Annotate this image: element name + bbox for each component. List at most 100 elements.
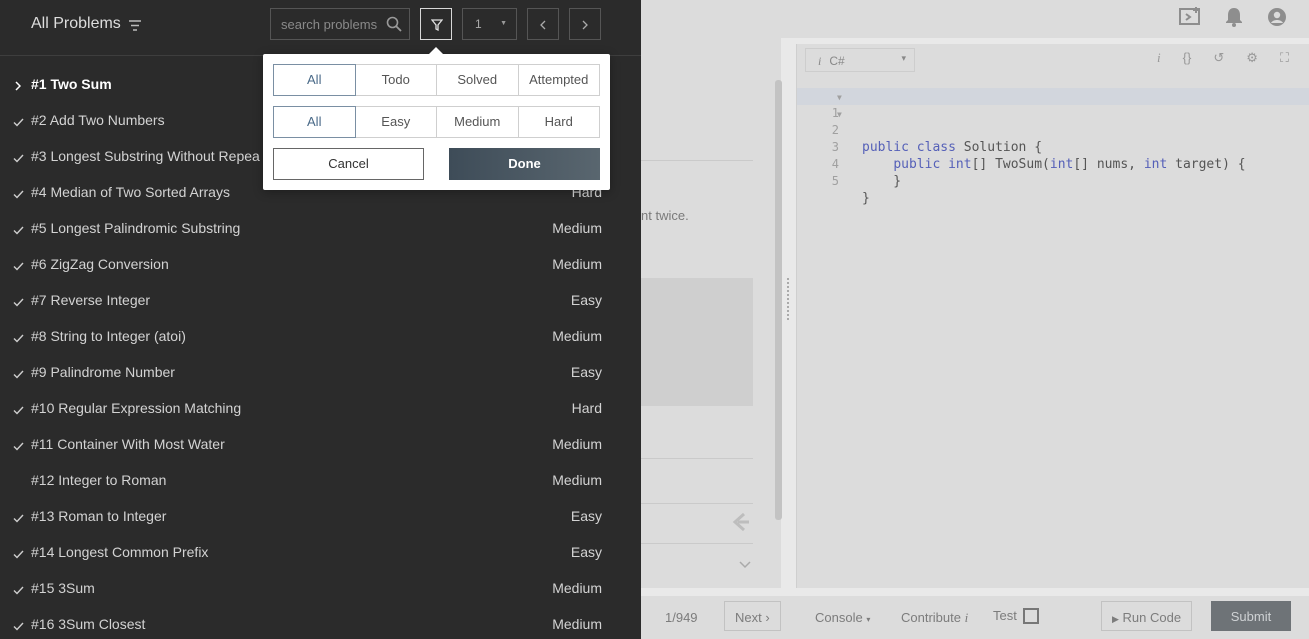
problem-row[interactable]: #9 Palindrome Number Easy xyxy=(0,354,641,390)
console-button[interactable]: Console ▾ xyxy=(815,610,870,625)
language-value: C# xyxy=(829,54,845,68)
problem-row[interactable]: #13 Roman to Integer Easy xyxy=(0,498,641,534)
contribute-info-icon: i xyxy=(964,610,969,625)
next-problem-button[interactable]: Next › xyxy=(724,601,781,631)
problem-difficulty: Medium xyxy=(552,472,602,488)
leetcode-logo-icon xyxy=(729,510,751,539)
language-info-icon: i xyxy=(818,54,822,68)
difficulty-option-all[interactable]: All xyxy=(273,106,356,138)
play-icon: ▶ xyxy=(1112,614,1119,624)
problem-difficulty: Medium xyxy=(552,256,602,272)
problem-name: #3 Longest Substring Without Repea xyxy=(31,148,260,164)
problem-row[interactable]: #11 Container With Most Water Medium xyxy=(0,426,641,462)
run-code-button[interactable]: ▶ Run Code xyxy=(1101,601,1193,631)
problem-name: #13 Roman to Integer xyxy=(31,508,167,524)
filter-button[interactable] xyxy=(420,8,452,40)
submit-button[interactable]: Submit xyxy=(1211,601,1291,631)
info-icon[interactable]: i xyxy=(1157,50,1161,66)
problem-difficulty: Hard xyxy=(571,400,602,416)
problem-row[interactable]: #16 3Sum Closest Medium xyxy=(0,606,641,639)
pane-resize-handle[interactable] xyxy=(787,278,791,320)
difficulty-option-medium[interactable]: Medium xyxy=(436,106,519,138)
page-select[interactable]: 1 ▼ xyxy=(462,8,517,40)
fold-caret-icon[interactable]: ▼ xyxy=(837,106,842,123)
code-lines[interactable]: 1 ▼ public class Solution { 2 ▼ public i… xyxy=(797,88,1309,206)
status-option-attempted[interactable]: Attempted xyxy=(517,64,600,96)
search-input[interactable] xyxy=(271,9,383,39)
problem-row[interactable]: #15 3Sum Medium xyxy=(0,570,641,606)
filter-popover: All Todo Solved Attempted All Easy Medium Hard… xyxy=(263,47,610,190)
problem-difficulty: Easy xyxy=(570,508,602,524)
reset-icon[interactable]: ↺ xyxy=(1213,50,1224,66)
problem-name: #7 Reverse Integer xyxy=(31,292,151,308)
problem-row[interactable]: #5 Longest Palindromic Substring Medium xyxy=(0,210,641,246)
check-icon xyxy=(13,330,24,348)
difficulty-option-easy[interactable]: Easy xyxy=(354,106,437,138)
problem-name: #2 Add Two Numbers xyxy=(31,112,165,128)
chevron-right-icon: › xyxy=(765,610,770,625)
fullscreen-icon[interactable]: ⛶ xyxy=(1280,50,1289,66)
problem-row[interactable]: #6 ZigZag Conversion Medium xyxy=(0,246,641,282)
line-number: 5 xyxy=(831,174,839,188)
problem-difficulty: Medium xyxy=(552,616,602,632)
fold-caret-icon[interactable]: ▼ xyxy=(837,89,842,106)
problem-name: #12 Integer to Roman xyxy=(31,472,167,488)
difficulty-option-hard[interactable]: Hard xyxy=(517,106,600,138)
expand-chevron-icon[interactable] xyxy=(739,556,751,574)
problem-name: #11 Container With Most Water xyxy=(31,436,225,452)
code-editor[interactable]: i C# ▾ i {} ↺ ⚙ ⛶ 1 ▼ public class Soluti… xyxy=(796,44,1309,588)
check-icon xyxy=(13,186,24,204)
problem-name: #4 Median of Two Sorted Arrays xyxy=(31,184,230,200)
status-option-solved[interactable]: Solved xyxy=(436,64,519,96)
cancel-button[interactable]: Cancel xyxy=(273,148,424,180)
test-checkbox[interactable] xyxy=(1022,608,1039,624)
problem-row[interactable]: #8 String to Integer (atoi) Medium xyxy=(0,318,641,354)
check-icon xyxy=(13,618,24,636)
panel-title[interactable]: All Problems xyxy=(31,15,121,33)
problem-name: #5 Longest Palindromic Substring xyxy=(31,220,241,236)
account-avatar-icon[interactable] xyxy=(1267,7,1287,32)
problem-name: #10 Regular Expression Matching xyxy=(31,400,242,416)
done-button[interactable]: Done xyxy=(449,148,600,180)
problem-difficulty: Medium xyxy=(552,220,602,236)
problem-difficulty: Medium xyxy=(552,580,602,596)
problem-row[interactable]: #10 Regular Expression Matching Hard xyxy=(0,390,641,426)
problem-row[interactable]: #7 Reverse Integer Easy xyxy=(0,282,641,318)
previous-page-button[interactable] xyxy=(527,8,559,40)
playground-icon[interactable] xyxy=(1179,7,1201,32)
code-line: 1 ▼ public class Solution { xyxy=(797,88,1309,155)
status-option-todo[interactable]: Todo xyxy=(354,64,437,96)
contribute-button[interactable]: Contribute i xyxy=(901,610,968,626)
test-toggle[interactable]: Test xyxy=(993,608,1039,624)
caret-down-icon: ▼ xyxy=(500,20,507,27)
problem-row[interactable]: #14 Longest Common Prefix Easy xyxy=(0,534,641,570)
problem-difficulty: Medium xyxy=(552,436,602,452)
search-box[interactable] xyxy=(270,8,410,40)
search-icon[interactable] xyxy=(386,16,402,37)
braces-icon[interactable]: {} xyxy=(1183,50,1192,66)
top-bar xyxy=(641,0,1309,38)
problem-name: #16 3Sum Closest xyxy=(31,616,146,632)
problem-name: #15 3Sum xyxy=(31,580,95,596)
status-option-all[interactable]: All xyxy=(273,64,356,96)
code-line: 4 } xyxy=(797,139,1309,189)
problem-name: #6 ZigZag Conversion xyxy=(31,256,169,272)
caret-down-icon: ▾ xyxy=(866,615,871,624)
settings-gear-icon[interactable]: ⚙ xyxy=(1246,50,1258,66)
difficulty-filter-group: All Easy Medium Hard xyxy=(273,106,600,138)
problem-row[interactable]: #12 Integer to Roman Medium xyxy=(0,462,641,498)
check-icon xyxy=(13,114,24,132)
sort-filter-icon[interactable] xyxy=(128,18,142,36)
code-line: 2 ▼ public int[] TwoSum(int[] nums, int … xyxy=(797,105,1309,172)
notification-bell-icon[interactable] xyxy=(1225,7,1243,32)
check-icon xyxy=(13,510,24,528)
code-text: } xyxy=(862,191,870,206)
language-select[interactable]: i C# ▾ xyxy=(805,48,915,72)
problem-difficulty: Easy xyxy=(570,292,602,308)
contribute-label: Contribute xyxy=(901,610,961,625)
next-label: Next xyxy=(735,610,762,625)
description-scrollbar[interactable] xyxy=(775,80,782,520)
problem-description-pane: nt twice. xyxy=(641,38,781,588)
problem-name: #8 String to Integer (atoi) xyxy=(31,328,186,344)
next-page-button[interactable] xyxy=(569,8,601,40)
